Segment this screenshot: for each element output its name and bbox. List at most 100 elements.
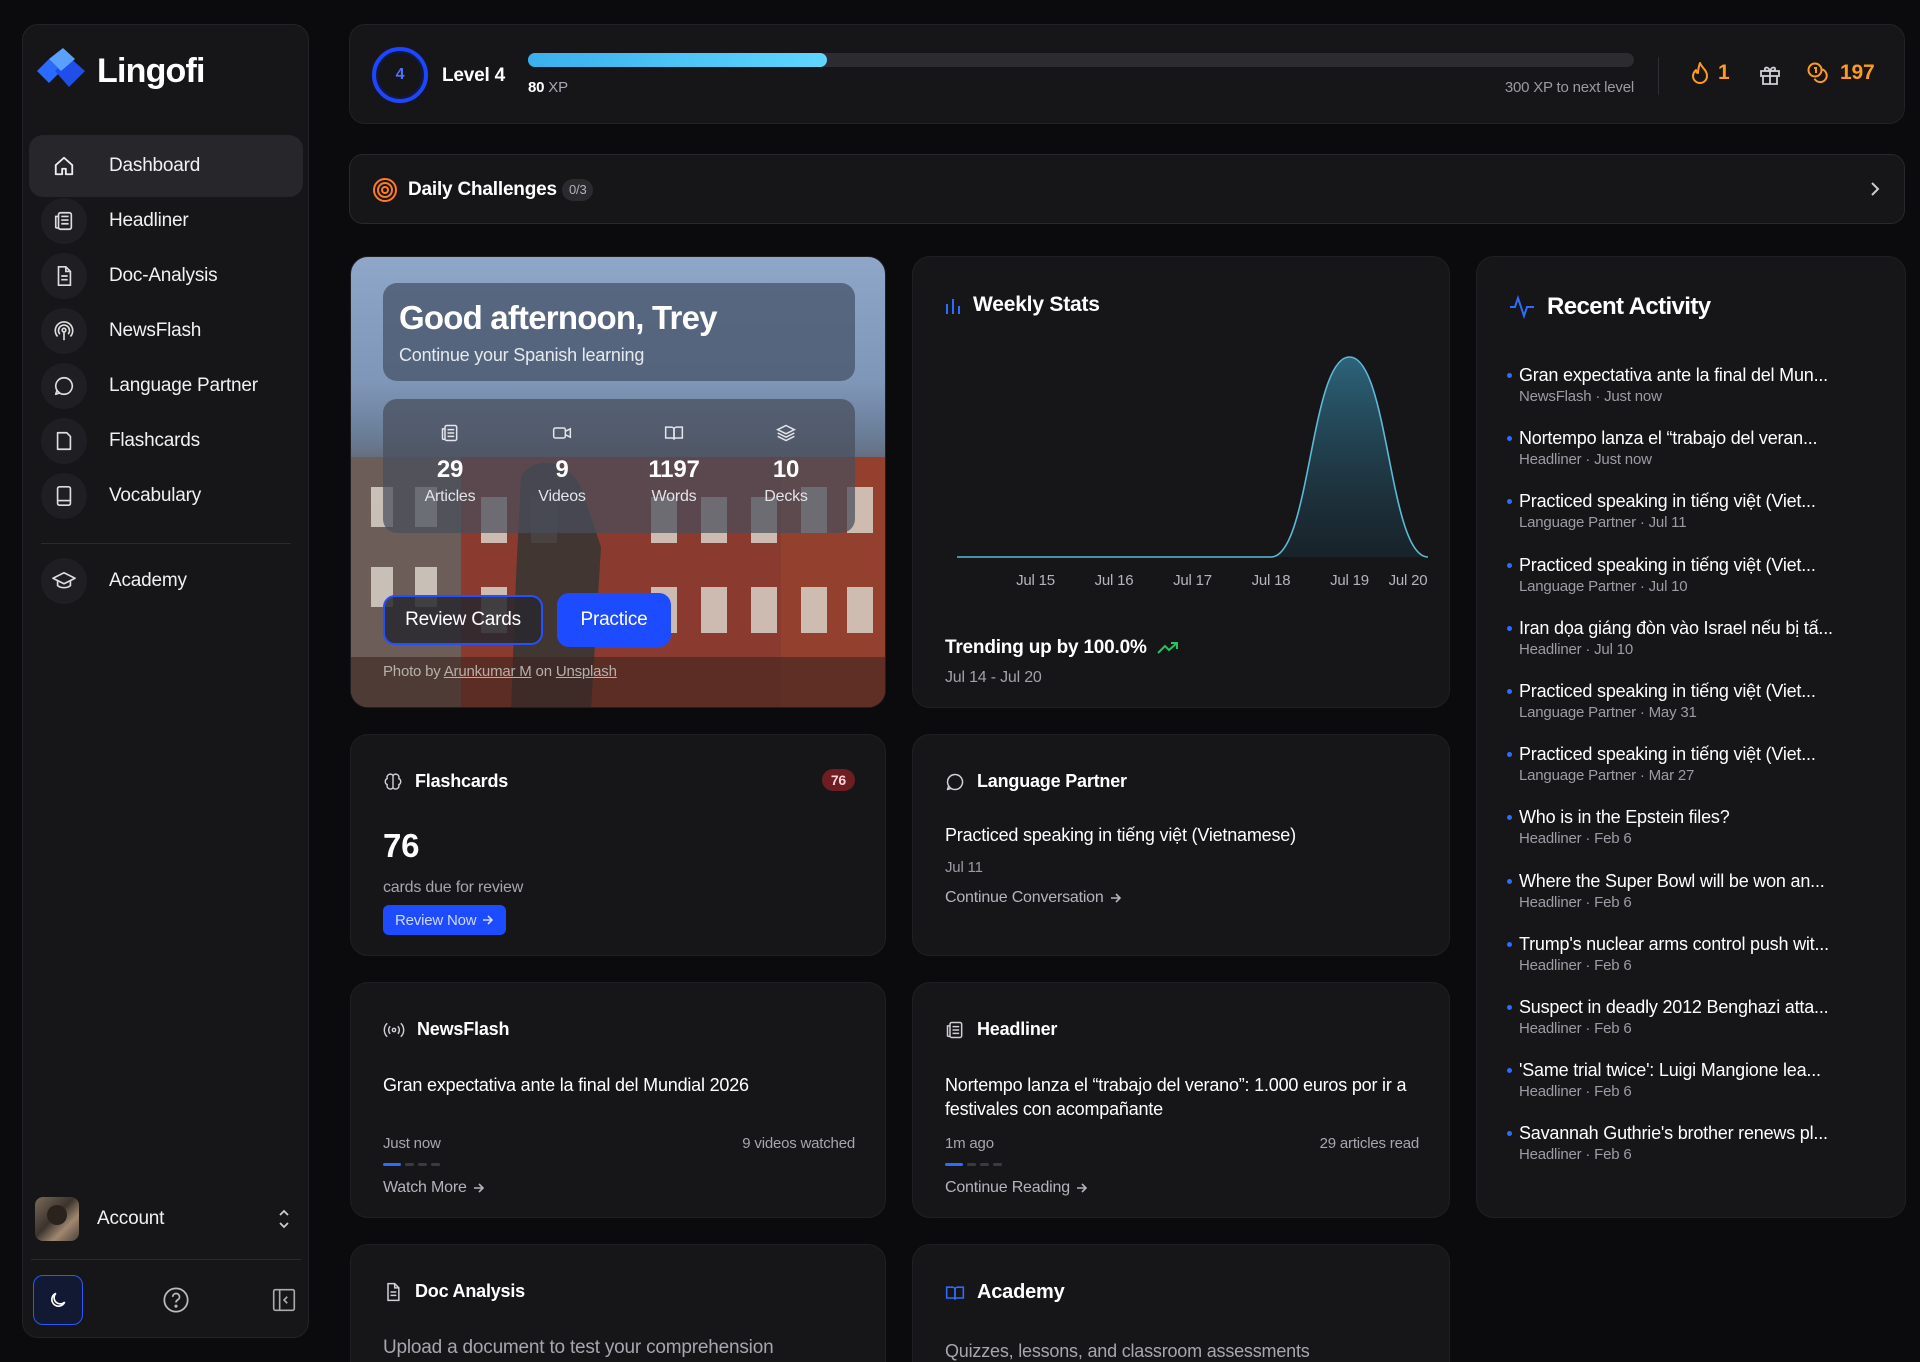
stat-label: Articles <box>424 488 476 505</box>
activity-item[interactable]: Iran dọa giáng đòn vào Israel nếu bị tấ.… <box>1507 618 1879 658</box>
activity-item[interactable]: Trump's nuclear arms control push wit...… <box>1507 933 1879 974</box>
headliner-time: 1m ago <box>945 1135 994 1152</box>
due-label: cards due for review <box>383 879 524 896</box>
activity-meta: Language Partner · Jul 11 <box>1519 514 1687 532</box>
sidebar-item-label: Vocabulary <box>109 485 202 506</box>
activity-item[interactable]: Nortempo lanza el “trabajo del veran... H… <box>1507 428 1879 468</box>
account-menu[interactable]: Account <box>29 1191 303 1247</box>
due-count-badge: 76 <box>821 769 855 791</box>
activity-item[interactable]: Practiced speaking in tiếng việt (Viet..… <box>1507 491 1879 532</box>
weekly-stats-title: Weekly Stats <box>973 293 1100 316</box>
coin-balance[interactable]: 197 <box>1806 61 1875 85</box>
gift-button[interactable] <box>1758 63 1782 92</box>
credit-site-link[interactable]: Unsplash <box>556 663 617 680</box>
activity-item[interactable]: 'Same trial twice': Luigi Mangione lea..… <box>1507 1060 1879 1100</box>
activity-title: Trump's nuclear arms control push wit... <box>1519 933 1829 954</box>
sidebar-item-language-partner[interactable]: Language Partner <box>29 355 303 417</box>
sidebar-item-flashcards[interactable]: Flashcards <box>29 410 303 472</box>
sidebar-item-label: Language Partner <box>109 375 258 396</box>
divider <box>1658 57 1659 95</box>
chevron-right-icon <box>1871 182 1880 196</box>
sidebar-item-newsflash[interactable]: NewsFlash <box>29 300 303 362</box>
stat-label: Words <box>651 488 697 505</box>
stat-label: Videos <box>538 488 586 505</box>
review-now-label: Review Now <box>395 911 477 929</box>
activity-item[interactable]: Practiced speaking in tiếng việt (Viet..… <box>1507 744 1879 784</box>
recent-activity-card: Recent Activity Gran expectativa ante la… <box>1476 256 1906 1218</box>
doc-analysis-card: Doc Analysis Upload a document to test y… <box>350 1244 886 1362</box>
gift-icon <box>1760 66 1780 85</box>
bullet-dot <box>1507 752 1512 758</box>
help-button[interactable] <box>151 1275 201 1325</box>
doc-analysis-title: Doc Analysis <box>415 1281 525 1301</box>
activity-item[interactable]: Savannah Guthrie's brother renews pl... H… <box>1507 1123 1879 1163</box>
activity-meta: Language Partner · Jul 10 <box>1519 577 1688 595</box>
continue-conversation-link[interactable]: Continue Conversation <box>945 889 1122 907</box>
activity-title: Nortempo lanza el “trabajo del veran... <box>1519 428 1818 449</box>
activity-item[interactable]: Practiced speaking in tiếng việt (Viet..… <box>1507 681 1879 721</box>
coins-icon <box>1807 62 1828 84</box>
sidebar-item-label: NewsFlash <box>109 320 202 341</box>
book-open-icon <box>664 426 684 440</box>
arrow-right-icon <box>483 915 494 925</box>
activity-item[interactable]: Who is in the Epstein files? Headliner · … <box>1507 807 1879 848</box>
theme-toggle-button[interactable] <box>33 1275 83 1325</box>
greeting-title: Good afternoon, Trey <box>399 299 718 336</box>
welcome-hero-card: Good afternoon, Trey Continue your Spani… <box>350 256 886 708</box>
activity-item[interactable]: Where the Super Bowl will be won an... He… <box>1507 871 1879 911</box>
activity-title: Who is in the Epstein files? <box>1519 807 1730 828</box>
app-logo[interactable]: Lingofi <box>35 47 206 95</box>
sidebar-item-label: Flashcards <box>109 430 200 451</box>
continue-reading-link[interactable]: Continue Reading <box>945 1179 1088 1197</box>
xp-progress-fill <box>528 53 827 67</box>
chart-area-fill <box>957 357 1428 557</box>
trend-date-range: Jul 14 - Jul 20 <box>945 669 1042 686</box>
bullet-dot <box>1507 373 1512 378</box>
sidebar-item-headliner[interactable]: Headliner <box>29 190 303 252</box>
sidebar-item-vocabulary[interactable]: Vocabulary <box>29 465 303 527</box>
sidebar-item-academy[interactable]: Academy <box>29 550 303 612</box>
sidebar-item-dashboard[interactable]: Dashboard <box>29 135 303 197</box>
headliner-header: Headliner <box>945 1019 1057 1040</box>
stat-value: 29 <box>436 456 464 483</box>
bullet-dot <box>1507 499 1512 505</box>
sidebar-item-doc-analysis[interactable]: Doc-Analysis <box>29 245 303 307</box>
headliner-headline[interactable]: Nortempo lanza el “trabajo del verano”: … <box>945 1073 1415 1121</box>
watch-more-link[interactable]: Watch More <box>383 1179 485 1197</box>
newsflash-headline[interactable]: Gran expectativa ante la final del Mundi… <box>383 1073 853 1097</box>
activity-meta: Headliner · Feb 6 <box>1519 830 1632 848</box>
practice-button[interactable]: Practice <box>557 593 671 647</box>
xp-unit: XP <box>548 79 568 96</box>
activity-icon <box>1510 295 1534 319</box>
arrow-right-icon <box>473 1183 484 1193</box>
review-now-button[interactable]: Review Now <box>383 905 507 935</box>
x-tick-label: Jul 19 <box>1330 572 1369 587</box>
bar-chart-icon <box>946 299 960 314</box>
daily-challenges-count: 0/3 <box>562 179 594 201</box>
credit-author-link[interactable]: Arunkumar M <box>444 663 532 680</box>
weekly-stats-card: Weekly Stats Jul 15 Jul 16 Jul 17 Jul 18 Jul… <box>912 256 1450 708</box>
activity-item[interactable]: Gran expectativa ante la final del Mun..… <box>1507 365 1879 405</box>
coin-value: 197 <box>1840 61 1875 84</box>
streak-counter[interactable]: 1 <box>1690 61 1730 85</box>
activity-item[interactable]: Suspect in deadly 2012 Benghazi atta... H… <box>1507 997 1879 1037</box>
activity-meta: Headliner · Feb 6 <box>1519 1020 1632 1037</box>
newspaper-icon <box>41 198 87 244</box>
sidebar-item-label: Doc-Analysis <box>109 265 218 286</box>
activity-item[interactable]: Practiced speaking in tiếng việt (Viet..… <box>1507 555 1879 595</box>
trend-summary: Trending up by 100.0% <box>945 637 1179 659</box>
lingofi-logo-icon <box>37 48 85 87</box>
academy-header: Academy <box>945 1281 1065 1304</box>
review-cards-button[interactable]: Review Cards <box>383 595 543 645</box>
collapse-sidebar-button[interactable] <box>259 1275 309 1325</box>
activity-title: Gran expectativa ante la final del Mun..… <box>1519 365 1828 385</box>
avatar <box>35 1197 79 1241</box>
continue-conversation-label: Continue Conversation <box>945 889 1104 906</box>
activity-meta: NewsFlash · Just now <box>1519 388 1662 405</box>
bullet-dot <box>1507 625 1512 631</box>
bullet-dot <box>1507 562 1512 568</box>
daily-challenges-bar[interactable]: Daily Challenges 0/3 <box>349 154 1905 224</box>
stat-value: 1197 <box>648 456 700 483</box>
help-icon <box>163 1287 189 1313</box>
last-session-date: Jul 11 <box>945 859 983 876</box>
